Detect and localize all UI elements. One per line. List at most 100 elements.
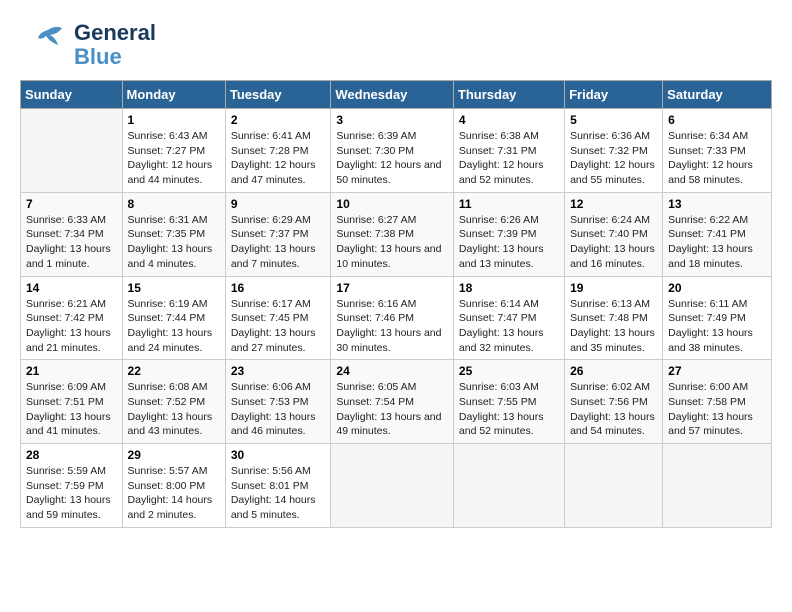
- logo: General Blue: [20, 20, 156, 70]
- day-number: 22: [128, 364, 220, 378]
- calendar-cell: 12 Sunrise: 6:24 AM Sunset: 7:40 PM Dayli…: [565, 192, 663, 276]
- day-number: 11: [459, 197, 559, 211]
- day-content: Sunrise: 6:24 AM Sunset: 7:40 PM Dayligh…: [570, 213, 657, 272]
- day-content: Sunrise: 6:38 AM Sunset: 7:31 PM Dayligh…: [459, 129, 559, 188]
- day-number: 8: [128, 197, 220, 211]
- day-number: 16: [231, 281, 326, 295]
- calendar-cell: 11 Sunrise: 6:26 AM Sunset: 7:39 PM Dayli…: [453, 192, 564, 276]
- page-header: General Blue: [20, 20, 772, 70]
- day-content: Sunrise: 6:26 AM Sunset: 7:39 PM Dayligh…: [459, 213, 559, 272]
- day-number: 23: [231, 364, 326, 378]
- calendar-cell: [21, 109, 123, 193]
- day-content: Sunrise: 6:33 AM Sunset: 7:34 PM Dayligh…: [26, 213, 117, 272]
- day-content: Sunrise: 6:27 AM Sunset: 7:38 PM Dayligh…: [336, 213, 448, 272]
- day-number: 20: [668, 281, 766, 295]
- weekday-header-wednesday: Wednesday: [331, 81, 454, 109]
- day-content: Sunrise: 6:41 AM Sunset: 7:28 PM Dayligh…: [231, 129, 326, 188]
- day-content: Sunrise: 6:21 AM Sunset: 7:42 PM Dayligh…: [26, 297, 117, 356]
- day-number: 18: [459, 281, 559, 295]
- day-content: Sunrise: 6:02 AM Sunset: 7:56 PM Dayligh…: [570, 380, 657, 439]
- day-number: 28: [26, 448, 117, 462]
- calendar-cell: 6 Sunrise: 6:34 AM Sunset: 7:33 PM Daylig…: [663, 109, 772, 193]
- calendar-cell: 24 Sunrise: 6:05 AM Sunset: 7:54 PM Dayli…: [331, 360, 454, 444]
- day-content: Sunrise: 6:14 AM Sunset: 7:47 PM Dayligh…: [459, 297, 559, 356]
- calendar-cell: 3 Sunrise: 6:39 AM Sunset: 7:30 PM Daylig…: [331, 109, 454, 193]
- calendar-cell: 5 Sunrise: 6:36 AM Sunset: 7:32 PM Daylig…: [565, 109, 663, 193]
- calendar-cell: [331, 444, 454, 528]
- day-content: Sunrise: 6:22 AM Sunset: 7:41 PM Dayligh…: [668, 213, 766, 272]
- calendar-week-row: 28 Sunrise: 5:59 AM Sunset: 7:59 PM Dayli…: [21, 444, 772, 528]
- calendar-cell: 14 Sunrise: 6:21 AM Sunset: 7:42 PM Dayli…: [21, 276, 123, 360]
- calendar-cell: [565, 444, 663, 528]
- day-number: 21: [26, 364, 117, 378]
- logo-text-block: General Blue: [74, 21, 156, 69]
- calendar-cell: 19 Sunrise: 6:13 AM Sunset: 7:48 PM Dayli…: [565, 276, 663, 360]
- day-content: Sunrise: 6:03 AM Sunset: 7:55 PM Dayligh…: [459, 380, 559, 439]
- calendar-cell: 7 Sunrise: 6:33 AM Sunset: 7:34 PM Daylig…: [21, 192, 123, 276]
- day-number: 27: [668, 364, 766, 378]
- day-content: Sunrise: 5:59 AM Sunset: 7:59 PM Dayligh…: [26, 464, 117, 523]
- day-number: 10: [336, 197, 448, 211]
- day-number: 2: [231, 113, 326, 127]
- day-number: 19: [570, 281, 657, 295]
- calendar-cell: 9 Sunrise: 6:29 AM Sunset: 7:37 PM Daylig…: [225, 192, 331, 276]
- calendar-cell: 23 Sunrise: 6:06 AM Sunset: 7:53 PM Dayli…: [225, 360, 331, 444]
- day-content: Sunrise: 5:56 AM Sunset: 8:01 PM Dayligh…: [231, 464, 326, 523]
- day-number: 13: [668, 197, 766, 211]
- calendar-week-row: 14 Sunrise: 6:21 AM Sunset: 7:42 PM Dayli…: [21, 276, 772, 360]
- calendar-cell: 28 Sunrise: 5:59 AM Sunset: 7:59 PM Dayli…: [21, 444, 123, 528]
- calendar-cell: 8Sunrise: 6:31 AM Sunset: 7:35 PM Daylig…: [122, 192, 225, 276]
- calendar-cell: 27 Sunrise: 6:00 AM Sunset: 7:58 PM Dayli…: [663, 360, 772, 444]
- calendar-cell: 18 Sunrise: 6:14 AM Sunset: 7:47 PM Dayli…: [453, 276, 564, 360]
- weekday-header-tuesday: Tuesday: [225, 81, 331, 109]
- day-content: Sunrise: 6:29 AM Sunset: 7:37 PM Dayligh…: [231, 213, 326, 272]
- calendar-cell: 13 Sunrise: 6:22 AM Sunset: 7:41 PM Dayli…: [663, 192, 772, 276]
- calendar-cell: 21 Sunrise: 6:09 AM Sunset: 7:51 PM Dayli…: [21, 360, 123, 444]
- calendar-cell: 30Sunrise: 5:56 AM Sunset: 8:01 PM Dayli…: [225, 444, 331, 528]
- weekday-header-saturday: Saturday: [663, 81, 772, 109]
- day-content: Sunrise: 6:34 AM Sunset: 7:33 PM Dayligh…: [668, 129, 766, 188]
- day-content: Sunrise: 5:57 AM Sunset: 8:00 PM Dayligh…: [128, 464, 220, 523]
- calendar-cell: 20 Sunrise: 6:11 AM Sunset: 7:49 PM Dayli…: [663, 276, 772, 360]
- calendar-cell: 26 Sunrise: 6:02 AM Sunset: 7:56 PM Dayli…: [565, 360, 663, 444]
- day-number: 5: [570, 113, 657, 127]
- day-number: 3: [336, 113, 448, 127]
- day-number: 26: [570, 364, 657, 378]
- calendar-cell: 16 Sunrise: 6:17 AM Sunset: 7:45 PM Dayli…: [225, 276, 331, 360]
- day-number: 9: [231, 197, 326, 211]
- day-content: Sunrise: 6:16 AM Sunset: 7:46 PM Dayligh…: [336, 297, 448, 356]
- calendar-cell: 2 Sunrise: 6:41 AM Sunset: 7:28 PM Daylig…: [225, 109, 331, 193]
- day-content: Sunrise: 6:06 AM Sunset: 7:53 PM Dayligh…: [231, 380, 326, 439]
- day-content: Sunrise: 6:13 AM Sunset: 7:48 PM Dayligh…: [570, 297, 657, 356]
- calendar-cell: 29 Sunrise: 5:57 AM Sunset: 8:00 PM Dayli…: [122, 444, 225, 528]
- calendar-cell: [663, 444, 772, 528]
- day-number: 15: [128, 281, 220, 295]
- calendar-week-row: 1Sunrise: 6:43 AM Sunset: 7:27 PM Daylig…: [21, 109, 772, 193]
- day-number: 24: [336, 364, 448, 378]
- calendar-cell: 1Sunrise: 6:43 AM Sunset: 7:27 PM Daylig…: [122, 109, 225, 193]
- day-number: 7: [26, 197, 117, 211]
- day-number: 14: [26, 281, 117, 295]
- day-content: Sunrise: 6:36 AM Sunset: 7:32 PM Dayligh…: [570, 129, 657, 188]
- day-content: Sunrise: 6:00 AM Sunset: 7:58 PM Dayligh…: [668, 380, 766, 439]
- day-content: Sunrise: 6:43 AM Sunset: 7:27 PM Dayligh…: [128, 129, 220, 188]
- weekday-header-monday: Monday: [122, 81, 225, 109]
- day-content: Sunrise: 6:08 AM Sunset: 7:52 PM Dayligh…: [128, 380, 220, 439]
- calendar-cell: 22 Sunrise: 6:08 AM Sunset: 7:52 PM Dayli…: [122, 360, 225, 444]
- day-content: Sunrise: 6:11 AM Sunset: 7:49 PM Dayligh…: [668, 297, 766, 356]
- calendar-week-row: 7 Sunrise: 6:33 AM Sunset: 7:34 PM Daylig…: [21, 192, 772, 276]
- day-number: 29: [128, 448, 220, 462]
- day-number: 12: [570, 197, 657, 211]
- day-content: Sunrise: 6:39 AM Sunset: 7:30 PM Dayligh…: [336, 129, 448, 188]
- day-number: 17: [336, 281, 448, 295]
- day-content: Sunrise: 6:05 AM Sunset: 7:54 PM Dayligh…: [336, 380, 448, 439]
- calendar-table: SundayMondayTuesdayWednesdayThursdayFrid…: [20, 80, 772, 528]
- day-number: 6: [668, 113, 766, 127]
- weekday-header-sunday: Sunday: [21, 81, 123, 109]
- calendar-cell: 25Sunrise: 6:03 AM Sunset: 7:55 PM Dayli…: [453, 360, 564, 444]
- day-content: Sunrise: 6:17 AM Sunset: 7:45 PM Dayligh…: [231, 297, 326, 356]
- calendar-cell: [453, 444, 564, 528]
- day-number: 4: [459, 113, 559, 127]
- calendar-week-row: 21 Sunrise: 6:09 AM Sunset: 7:51 PM Dayli…: [21, 360, 772, 444]
- day-content: Sunrise: 6:09 AM Sunset: 7:51 PM Dayligh…: [26, 380, 117, 439]
